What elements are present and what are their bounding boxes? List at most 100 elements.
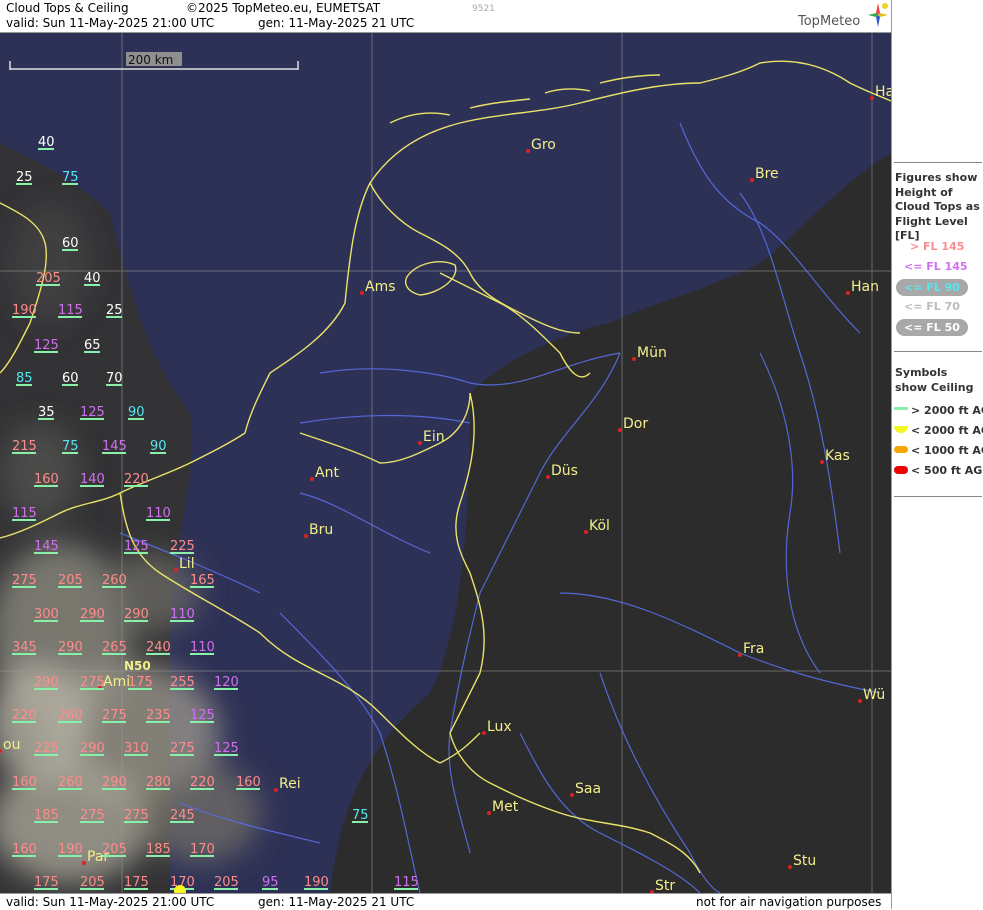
cloud-top-value: 235 (146, 708, 171, 723)
city-label: Dor (623, 416, 648, 432)
cloud-top-value: 75 (62, 439, 79, 454)
city-dot (618, 428, 622, 432)
satellite-map[interactable]: 200 km N50 Ha Gro Bre Ams Han Mün Ein Dor Ant Düs… (0, 33, 891, 893)
legend-divider (894, 162, 982, 163)
cloud-top-value: 205 (214, 875, 239, 890)
legend-fl-le145: <= FL 145 (904, 260, 968, 273)
cloud-top-value: 125 (34, 338, 59, 353)
cloud-top-value: 275 (12, 573, 37, 588)
cloud-top-value: 25 (106, 303, 123, 318)
city-dot (820, 460, 824, 464)
city-label: ou (3, 737, 20, 753)
cloud-top-value: 35 (38, 405, 55, 420)
cloud-top-value: 245 (170, 808, 195, 823)
city-label: Kas (825, 448, 850, 464)
cloud-top-value: 90 (150, 439, 167, 454)
city-label: Lux (487, 719, 512, 735)
city-dot (174, 568, 178, 572)
copyright-text: ©2025 TopMeteo.eu, EUMETSAT (186, 1, 381, 15)
cloud-top-value: 140 (80, 472, 105, 487)
cloud-top-value: 205 (58, 573, 83, 588)
cloud-top-value: 185 (34, 808, 59, 823)
footer-disclaimer: not for air navigation purposes (696, 895, 882, 909)
footer-valid-time: valid: Sun 11-May-2025 21:00 UTC (6, 895, 215, 909)
cloud-top-value: 70 (106, 371, 123, 386)
cloud-top-value: 95 (262, 875, 279, 890)
cloud-top-value: 310 (124, 741, 149, 756)
cloud-top-value: 290 (58, 640, 83, 655)
city-dot (360, 291, 364, 295)
cloud-top-value: 290 (34, 675, 59, 690)
city-label: Str (655, 878, 675, 893)
cloud-top-value: 115 (394, 875, 419, 890)
footer-bar: valid: Sun 11-May-2025 21:00 UTC gen: 11… (0, 893, 891, 910)
cloud-top-value: 60 (62, 371, 79, 386)
ceiling-lt2000-icon (894, 426, 908, 433)
legend-fl-le50: <= FL 50 (904, 321, 960, 334)
city-label: Han (851, 279, 879, 295)
cloud-top-value: 290 (102, 775, 127, 790)
city-label: Ein (423, 429, 445, 445)
city-dot (750, 178, 754, 182)
city-dot (487, 811, 491, 815)
map-title: Cloud Tops & Ceiling (6, 1, 129, 15)
cloud-top-value: 345 (12, 640, 37, 655)
cloud-top-value: 125 (214, 741, 239, 756)
city-label: Bru (309, 522, 333, 538)
city-label: Gro (531, 137, 556, 153)
cloud-top-value: 170 (190, 842, 215, 857)
city-dot (310, 477, 314, 481)
cloud-top-value: 175 (124, 875, 149, 890)
legend-ceil-gt2000: > 2000 ft AGL (911, 404, 983, 417)
cloud-top-value: 225 (170, 539, 195, 554)
legend-fl-le90: <= FL 90 (904, 281, 960, 294)
grid-label-n50: N50 (124, 659, 151, 673)
cloud-top-value: 275 (80, 808, 105, 823)
cloud-top-value: 275 (124, 808, 149, 823)
legend-fl-le70: <= FL 70 (904, 300, 960, 313)
scale-bar-label: 200 km (128, 53, 173, 67)
city-label: Stu (793, 853, 816, 869)
cloud-top-value: 225 (34, 741, 59, 756)
cloud-top-value: 190 (12, 303, 37, 318)
cloud-top-value: 160 (34, 472, 59, 487)
valid-time: valid: Sun 11-May-2025 21:00 UTC (6, 16, 215, 30)
footer-generated-time: gen: 11-May-2025 21 UTC (258, 895, 415, 909)
cloud-top-value: 75 (352, 808, 369, 823)
city-label: Lil (179, 556, 195, 572)
cloud-top-value: 145 (102, 439, 127, 454)
cloud-top-value: 115 (58, 303, 83, 318)
cloud-top-value: 205 (36, 271, 61, 286)
city-label: Met (492, 799, 519, 815)
cloud-top-value: 110 (170, 607, 195, 622)
city-label: Bre (755, 166, 779, 182)
legend-divider (894, 351, 982, 352)
city-label: Ami (103, 674, 130, 690)
cloud-top-value: 275 (170, 741, 195, 756)
legend-ceiling-title: Symbols show Ceiling (895, 366, 974, 394)
city-dot (546, 475, 550, 479)
cloud-top-value: 275 (102, 708, 127, 723)
cloud-top-value: 220 (190, 775, 215, 790)
cloud-top-value: 165 (190, 573, 215, 588)
cloud-top-value: 40 (84, 271, 101, 286)
legend-tops-title: Figures show Height of Cloud Tops as Fli… (895, 171, 980, 242)
cloud-top-value: 300 (34, 607, 59, 622)
city-dot (570, 793, 574, 797)
city-label: Mün (637, 345, 667, 361)
legend-ceil-lt2000: < 2000 ft AGL (911, 424, 983, 437)
cloud-top-value: 190 (58, 842, 83, 857)
cloud-top-value: 175 (128, 675, 153, 690)
cloud-top-value: 280 (146, 775, 171, 790)
city-label: Düs (551, 463, 578, 479)
cloud-top-value: 220 (12, 708, 37, 723)
legend-divider (894, 496, 982, 497)
cloud-top-value: 265 (102, 640, 127, 655)
image-code: 9521 (472, 4, 495, 14)
cloud-top-value: 125 (124, 539, 149, 554)
cloud-top-value: 160 (12, 842, 37, 857)
cloud-top-value: 220 (124, 472, 149, 487)
city-dot (584, 530, 588, 534)
cloud-top-value: 90 (128, 405, 145, 420)
cloud-top-value: 290 (80, 607, 105, 622)
